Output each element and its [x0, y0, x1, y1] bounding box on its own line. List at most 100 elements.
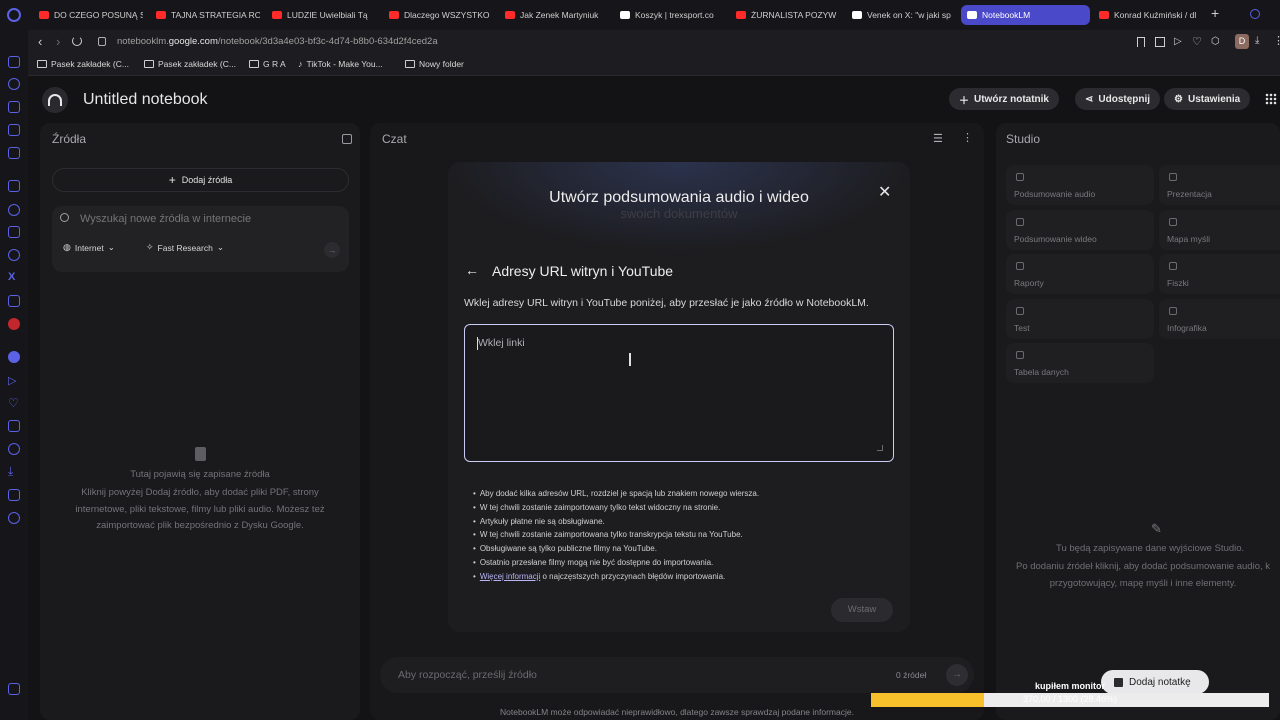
studio-item[interactable]: Mapa myśli: [1159, 209, 1280, 250]
notebook-title[interactable]: Untitled notebook: [83, 91, 208, 109]
downloads-icon[interactable]: ⤓: [8, 464, 13, 479]
forward-button[interactable]: ›: [56, 34, 60, 49]
url-field[interactable]: notebooklm.google.com/notebook/3d3a4e03-…: [117, 36, 438, 47]
submit-search-button[interactable]: →: [324, 242, 340, 258]
browser-tab[interactable]: ŻURNALISTA POZYW: [730, 5, 840, 25]
back-button[interactable]: ‹: [38, 34, 42, 49]
sidebar-app-icon[interactable]: [8, 249, 20, 261]
browser-menu-icon[interactable]: ⋮: [1273, 34, 1280, 47]
browser-sidebar: X ▷ ♡ ⤓: [0, 30, 28, 720]
bookmark-item[interactable]: Pasek zakładek (C...: [144, 59, 236, 69]
browser-tab[interactable]: NotebookLM: [961, 5, 1090, 25]
sources-empty-title: Tutaj pojawią się zapisane źródła: [130, 469, 270, 480]
apps-grid-icon[interactable]: [1265, 93, 1277, 105]
insert-button[interactable]: Wstaw: [831, 598, 893, 622]
notebooklm-logo-icon[interactable]: [42, 87, 68, 113]
sidebar-app-icon[interactable]: [8, 78, 20, 90]
chat-input-placeholder: Aby rozpocząć, prześlij źródło: [398, 669, 537, 681]
tune-icon[interactable]: ☰: [933, 132, 943, 145]
studio-item-icon: [1016, 173, 1024, 181]
heart-icon[interactable]: ♡: [8, 396, 19, 410]
sidebar-app-icon[interactable]: [8, 420, 20, 432]
internet-filter-dropdown[interactable]: ◍ Internet ⌄: [63, 242, 115, 253]
sidebar-app-icon[interactable]: [8, 124, 20, 136]
studio-title: Studio: [1006, 132, 1041, 146]
browser-tab[interactable]: DO CZEGO POSUNĄ S: [33, 5, 143, 25]
bookmark-label: Pasek zakładek (C...: [158, 59, 236, 69]
browser-tab[interactable]: Jak Zenek Martyniuk: [499, 5, 609, 25]
chat-input-bar[interactable]: Aby rozpocząć, prześlij źródło 0 źródeł …: [380, 657, 974, 693]
screenshot-icon[interactable]: [1155, 37, 1165, 47]
back-arrow-icon[interactable]: ←: [465, 262, 479, 278]
create-notebook-button[interactable]: ＋ Utwórz notatnik: [949, 88, 1059, 110]
settings-button[interactable]: ⚙ Ustawienia: [1164, 88, 1251, 110]
bookmark-item[interactable]: G R A: [249, 59, 286, 69]
tab-label: ŻURNALISTA POZYW: [751, 10, 837, 20]
new-tab-button[interactable]: +: [1211, 6, 1223, 20]
studio-item[interactable]: Raporty: [1006, 254, 1154, 294]
bookmark-star-icon[interactable]: [1137, 37, 1145, 47]
download-icon[interactable]: ⤓: [1255, 35, 1259, 46]
resize-handle-icon[interactable]: [877, 445, 883, 451]
bookmark-item[interactable]: Pasek zakładek (C...: [37, 59, 129, 69]
sidebar-app-icon[interactable]: [8, 56, 20, 68]
browser-logo-icon[interactable]: [7, 8, 21, 22]
paste-links-textarea[interactable]: Wklej linki: [464, 324, 894, 462]
bookmark-item[interactable]: ♪ TikTok - Make You...: [298, 59, 383, 69]
extensions-icon[interactable]: ⬡: [1211, 36, 1220, 47]
folder-icon: [144, 60, 154, 68]
web-search-input[interactable]: [80, 211, 330, 227]
tab-label: TAJNA STRATEGIA RO: [171, 10, 260, 20]
settings-icon[interactable]: [8, 512, 20, 524]
browser-tab[interactable]: Koszyk | trexsport.co: [614, 5, 724, 25]
reload-button[interactable]: [72, 36, 82, 46]
sidebar-app-icon[interactable]: [8, 318, 20, 330]
studio-item[interactable]: Fiszki: [1159, 254, 1280, 294]
sidebar-app-icon[interactable]: [8, 204, 20, 216]
add-sources-button[interactable]: + Dodaj źródła: [52, 168, 349, 192]
send-button[interactable]: →: [946, 664, 968, 686]
browser-tab[interactable]: LUDZIE Uwielbiali Tą: [266, 5, 376, 25]
chat-title: Czat: [382, 132, 407, 146]
heart-icon[interactable]: ♡: [1192, 35, 1202, 48]
studio-item[interactable]: Test: [1006, 298, 1154, 339]
research-mode-dropdown[interactable]: ✧ Fast Research ⌄: [146, 242, 224, 253]
share-button[interactable]: ⋖ Udostępnij: [1075, 88, 1161, 110]
browser-tab[interactable]: Dlaczego WSZYSTKO: [383, 5, 493, 25]
browser-tab-bar: DO CZEGO POSUNĄ S TAJNA STRATEGIA RO LUDZI…: [0, 0, 1280, 30]
add-source-dialog: Utwórz podsumowania audio i wideo swoich…: [448, 162, 910, 632]
browser-tab[interactable]: Konrad Kuźmiński / dl: [1093, 5, 1203, 25]
more-options-icon[interactable]: ⋮: [962, 131, 973, 144]
close-icon[interactable]: ✕: [878, 182, 891, 202]
profile-avatar[interactable]: D: [1235, 34, 1249, 49]
studio-item[interactable]: Infografika: [1159, 298, 1280, 339]
sidebar-app-icon[interactable]: [8, 683, 20, 695]
browser-tab[interactable]: TAJNA STRATEGIA RO: [150, 5, 260, 25]
sidebar-app-icon[interactable]: [8, 226, 20, 238]
more-info-link[interactable]: Więcej informacji: [480, 572, 540, 581]
play-icon[interactable]: ▷: [1174, 36, 1182, 47]
history-icon[interactable]: [8, 443, 20, 455]
studio-item-label: Podsumowanie wideo: [1014, 233, 1097, 244]
player-icon[interactable]: ▷: [8, 374, 16, 387]
studio-item[interactable]: Tabela danych: [1006, 343, 1154, 383]
browser-tab[interactable]: Venek on X: "w jaki sp: [846, 5, 956, 25]
site-info-icon[interactable]: [98, 37, 106, 46]
bookmark-item[interactable]: Nowy folder: [405, 59, 464, 69]
sidebar-app-icon[interactable]: [8, 351, 20, 363]
tab-label: NotebookLM: [982, 10, 1031, 20]
sidebar-app-icon[interactable]: [8, 147, 20, 159]
sidebar-app-icon[interactable]: [8, 180, 20, 192]
add-note-button[interactable]: Dodaj notatkę: [1101, 670, 1209, 694]
studio-item[interactable]: Prezentacja: [1159, 165, 1280, 205]
search-tabs-icon[interactable]: [1250, 9, 1260, 19]
progress-bar: 370.00 / 1300 (28.46%): [871, 693, 1269, 707]
discord-icon[interactable]: [8, 295, 20, 307]
x-icon[interactable]: X: [8, 271, 15, 283]
studio-item[interactable]: Podsumowanie audio: [1006, 165, 1154, 205]
studio-item[interactable]: Podsumowanie wideo: [1006, 209, 1154, 250]
studio-item-icon: [1169, 217, 1177, 226]
sidebar-app-icon[interactable]: [8, 489, 20, 501]
collapse-panel-icon[interactable]: [342, 134, 352, 144]
sidebar-app-icon[interactable]: [8, 101, 20, 113]
